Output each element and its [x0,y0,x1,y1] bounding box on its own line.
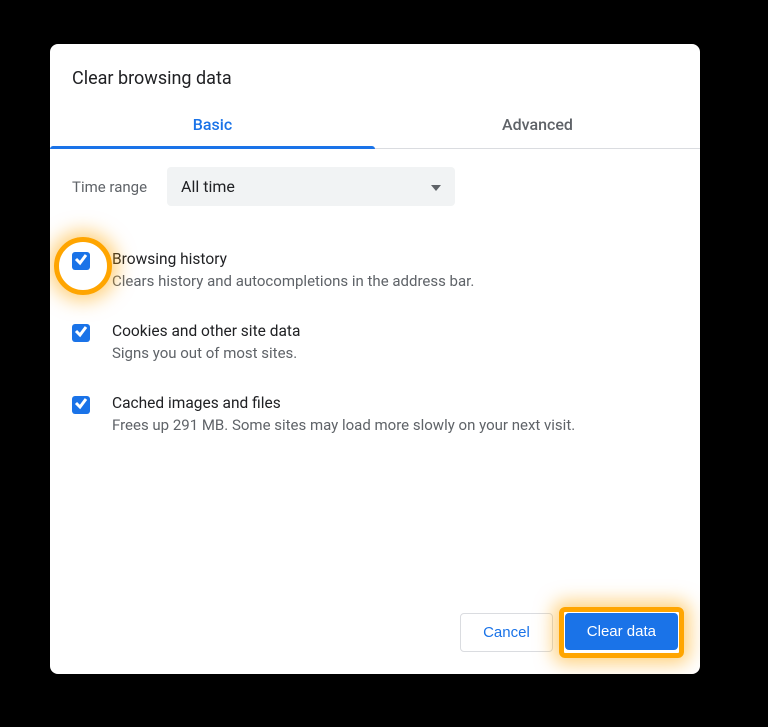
chevron-down-icon [431,179,441,195]
option-title: Browsing history [112,250,474,268]
checkbox-cookies[interactable] [72,324,90,342]
option-cookies: Cookies and other site data Signs you ou… [72,306,678,378]
tabs: Basic Advanced [50,103,700,149]
check-icon [74,252,88,270]
checkbox-cached[interactable] [72,396,90,414]
option-cached: Cached images and files Frees up 291 MB.… [72,378,678,450]
time-range-row: Time range All time [72,167,678,206]
tab-basic[interactable]: Basic [50,103,375,148]
option-browsing-history: Browsing history Clears history and auto… [72,234,678,306]
time-range-value: All time [181,177,235,196]
option-desc: Signs you out of most sites. [112,344,300,362]
options-list: Browsing history Clears history and auto… [72,234,678,450]
checkbox-browsing-history[interactable] [72,252,90,270]
dialog-footer: Cancel Clear data [50,595,700,674]
clear-data-button[interactable]: Clear data [565,613,678,650]
time-range-label: Time range [72,178,147,196]
dialog-body: Time range All time [50,149,700,595]
option-desc: Frees up 291 MB. Some sites may load mor… [112,416,575,434]
clear-browsing-data-dialog: Clear browsing data Basic Advanced Time … [50,44,700,674]
dialog-title: Clear browsing data [50,44,700,103]
tab-label: Advanced [502,115,573,134]
check-icon [74,324,88,342]
check-icon [74,396,88,414]
time-range-select[interactable]: All time [167,167,455,206]
option-title: Cookies and other site data [112,322,300,340]
tab-advanced[interactable]: Advanced [375,103,700,148]
tab-label: Basic [193,115,232,134]
option-desc: Clears history and autocompletions in th… [112,272,474,290]
option-title: Cached images and files [112,394,575,412]
cancel-button[interactable]: Cancel [460,613,553,652]
